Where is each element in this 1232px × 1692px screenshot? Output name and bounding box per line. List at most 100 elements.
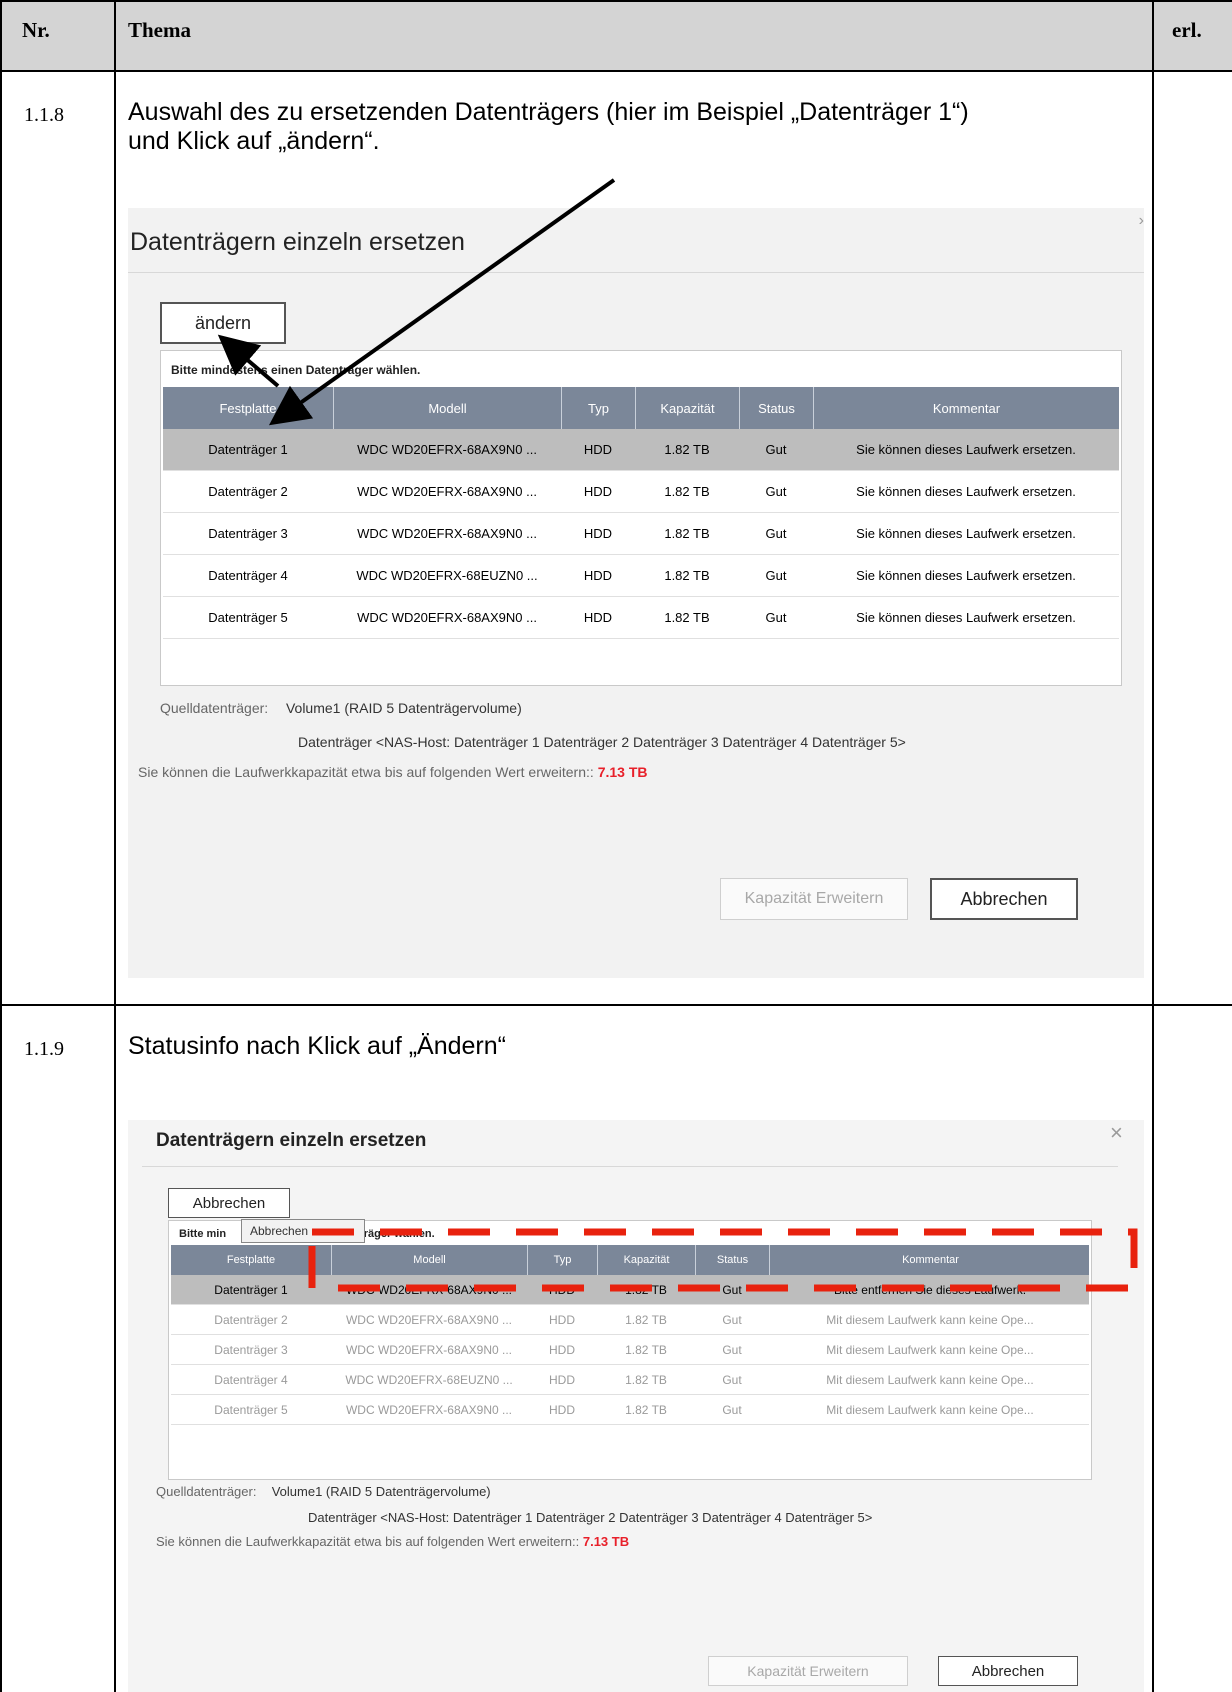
change-button[interactable]: ändern [160,302,286,344]
cell-status: Gut [722,1372,742,1387]
table-row[interactable]: Datenträger 1 WDC WD20EFRX-68AX9N0 ... H… [171,1275,1089,1305]
row-number: 1.1.8 [24,104,64,126]
grid-line [0,0,2,1692]
header-thema: Thema [128,18,191,42]
cancel-button[interactable]: Abbrechen [930,878,1078,920]
grid-line [0,70,1232,72]
cell-capacity: 1.82 TB [625,1312,667,1327]
capacity-line: Sie können die Laufwerkkapazität etwa bi… [156,1534,629,1549]
table-row[interactable]: Datenträger 4 WDC WD20EFRX-68EUZN0 ... H… [163,555,1119,597]
cell-capacity: 1.82 TB [625,1342,667,1357]
table-header: Festplatte Modell Typ Kapazität Status K… [163,387,1119,429]
column-modell[interactable]: Modell [333,387,561,429]
cancel-button[interactable]: Abbrechen [938,1656,1078,1686]
table-row[interactable]: Datenträger 5 WDC WD20EFRX-68AX9N0 ... H… [171,1395,1089,1425]
cell-capacity: 1.82 TB [664,610,710,625]
column-festplatte[interactable]: Festplatte [163,387,333,429]
cell-capacity: 1.82 TB [664,442,710,457]
cell-model: WDC WD20EFRX-68AX9N0 ... [345,1312,513,1327]
capacity-line: Sie können die Laufwerkkapazität etwa bi… [138,764,648,780]
table-row[interactable]: Datenträger 3 WDC WD20EFRX-68AX9N0 ... H… [163,513,1119,555]
cell-disk: Datenträger 4 [214,1372,288,1387]
cell-comment: Sie können dieses Laufwerk ersetzen. [856,526,1076,541]
close-icon[interactable]: › [1139,212,1144,230]
replace-disk-dialog: Datenträgern einzeln ersetzen › ändern B… [128,208,1144,978]
source-label: Quelldatenträger: [160,700,269,716]
cell-disk: Datenträger 5 [208,610,288,625]
hint-end: träger wählen. [360,1228,435,1240]
table-row[interactable]: Datenträger 5 WDC WD20EFRX-68AX9N0 ... H… [163,597,1119,639]
column-kapazitaet[interactable]: Kapazität [635,387,739,429]
grid-line [114,0,116,1692]
table-row[interactable]: Datenträger 2 WDC WD20EFRX-68AX9N0 ... H… [163,471,1119,513]
source-volume-line: Quelldatenträger: Volume1 (RAID 5 Datent… [156,1484,491,1499]
cell-comment: Mit diesem Laufwerk kann keine Ope... [826,1342,1034,1357]
cell-model: WDC WD20EFRX-68EUZN0 ... [345,1372,513,1387]
cell-disk: Datenträger 3 [208,526,288,541]
capacity-value: 7.13 TB [582,1534,630,1549]
cell-type: HDD [549,1402,575,1417]
cancel-operation-button[interactable]: Abbrechen [168,1188,290,1218]
cell-disk: Datenträger 3 [214,1342,288,1357]
cell-capacity: 1.82 TB [625,1372,667,1387]
table-header: Festplatte Modell Typ Kapazität Status K… [171,1245,1089,1275]
column-typ[interactable]: Typ [527,1245,597,1275]
cell-comment: Mit diesem Laufwerk kann keine Ope... [826,1312,1034,1327]
column-modell[interactable]: Modell [331,1245,527,1275]
header-nr: Nr. [22,18,50,42]
dialog-divider [142,1166,1118,1167]
description-line: und Klick auf „ändern“. [128,127,380,155]
cell-model: WDC WD20EFRX-68AX9N0 ... [357,442,537,457]
cell-type: HDD [583,568,613,583]
capacity-text: Sie können die Laufwerkkapazität etwa bi… [156,1534,580,1549]
column-status[interactable]: Status [739,387,813,429]
source-disks: Datenträger <NAS-Host: Datenträger 1 Dat… [298,734,906,750]
cell-comment: Sie können dieses Laufwerk ersetzen. [856,610,1076,625]
table-row[interactable]: Datenträger 2 WDC WD20EFRX-68AX9N0 ... H… [171,1305,1089,1335]
row-description: Auswahl des zu ersetzenden Datenträgers … [128,98,969,156]
cell-type: HDD [583,610,613,625]
column-kommentar[interactable]: Kommentar [813,387,1119,429]
column-kommentar[interactable]: Kommentar [769,1245,1091,1275]
cell-disk: Datenträger 2 [208,484,288,499]
expand-capacity-button[interactable]: Kapazität Erweitern [720,878,908,920]
cell-capacity: 1.82 TB [664,526,710,541]
close-icon[interactable]: × [1110,1120,1123,1146]
cell-status: Gut [765,442,787,457]
description-line: Auswahl des zu ersetzenden Datenträgers … [128,98,969,126]
row-description: Statusinfo nach Klick auf „Ändern“ [128,1032,506,1060]
column-kapazitaet[interactable]: Kapazität [597,1245,695,1275]
cell-comment: Sie können dieses Laufwerk ersetzen. [856,484,1076,499]
disk-table: Bitte min träger wählen. Abbrechen Festpl… [168,1219,1092,1480]
cell-type: HDD [583,442,613,457]
cell-capacity: 1.82 TB [664,484,710,499]
column-status[interactable]: Status [695,1245,769,1275]
dialog-title: Datenträgern einzeln ersetzen [156,1130,427,1151]
table-row[interactable]: Datenträger 3 WDC WD20EFRX-68AX9N0 ... H… [171,1335,1089,1365]
column-festplatte[interactable]: Festplatte [171,1245,331,1275]
cell-status: Gut [722,1282,742,1297]
cell-model: WDC WD20EFRX-68AX9N0 ... [345,1402,513,1417]
cell-type: HDD [549,1372,575,1387]
cell-disk: Datenträger 1 [214,1282,288,1297]
source-value: Volume1 (RAID 5 Datenträgervolume) [271,1484,491,1499]
header-erl: erl. [1172,18,1202,42]
hint-start: Bitte min [179,1228,227,1240]
cell-model: WDC WD20EFRX-68AX9N0 ... [345,1342,513,1357]
cell-comment: Sie können dieses Laufwerk ersetzen. [856,442,1076,457]
cell-disk: Datenträger 4 [208,568,288,583]
table-row[interactable]: Datenträger 4 WDC WD20EFRX-68EUZN0 ... H… [171,1365,1089,1395]
column-typ[interactable]: Typ [561,387,635,429]
capacity-text: Sie können die Laufwerkkapazität etwa bi… [138,764,594,780]
cell-type: HDD [583,484,613,499]
table-row[interactable]: Datenträger 1 WDC WD20EFRX-68AX9N0 ... H… [163,429,1119,471]
tooltip: Abbrechen [241,1219,365,1243]
cell-status: Gut [765,568,787,583]
row-number: 1.1.9 [24,1038,64,1060]
replace-disk-dialog-status: Datenträgern einzeln ersetzen × Abbreche… [128,1120,1144,1692]
cell-model: WDC WD20EFRX-68AX9N0 ... [357,484,537,499]
cell-type: HDD [583,526,613,541]
expand-capacity-button[interactable]: Kapazität Erweitern [708,1656,908,1686]
document-page: Nr. Thema erl. 1.1.8 Auswahl des zu erse… [0,0,1232,1692]
cell-model: WDC WD20EFRX-68AX9N0 ... [357,610,537,625]
